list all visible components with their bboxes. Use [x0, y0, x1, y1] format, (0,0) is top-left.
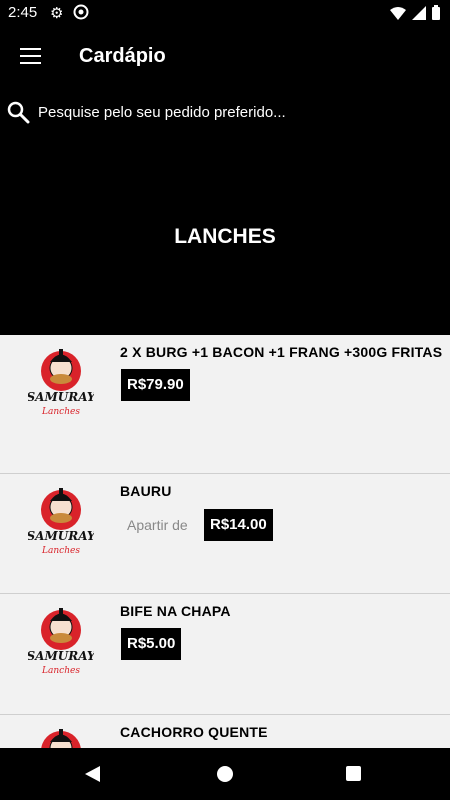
logo-sub: Lanches [41, 666, 80, 676]
product-name: BIFE NA CHAPA [120, 603, 231, 619]
status-time: 2:45 [8, 4, 38, 21]
category-title: LANCHES [174, 225, 276, 248]
logo-brand: SAMURAY [28, 649, 94, 663]
samuray-logo: SAMURAY Lanches [27, 482, 97, 556]
product-name: CACHORRO QUENTE [120, 724, 268, 740]
accessibility-icon [73, 4, 89, 24]
samuray-logo: SAMURAY Lanches [27, 602, 97, 676]
product-name: BAURU [120, 483, 172, 499]
logo-sub: Lanches [41, 407, 80, 417]
product-item[interactable]: CACHORRO QUENTE [0, 715, 450, 748]
logo-brand: SAMURAY [28, 529, 94, 543]
product-item[interactable]: SAMURAY Lanches BIFE NA CHAPA R$5.00 [0, 594, 450, 715]
search-input[interactable] [38, 100, 438, 124]
home-icon[interactable] [217, 766, 233, 782]
signal-icon [412, 5, 426, 25]
product-list: SAMURAY Lanches 2 X BURG +1 BACON +1 FRA… [0, 335, 450, 748]
price-prefix: Apartir de [127, 517, 188, 533]
logo-brand: SAMURAY [28, 390, 94, 404]
samuray-logo: SAMURAY Lanches [27, 343, 97, 417]
search-bar [0, 96, 450, 130]
gear-icon: ⚙ [50, 5, 64, 22]
product-item[interactable]: SAMURAY Lanches 2 X BURG +1 BACON +1 FRA… [0, 335, 450, 474]
price-badge: R$79.90 [121, 369, 190, 401]
app-bar: Cardápio [0, 26, 450, 86]
price-badge: R$5.00 [121, 628, 182, 660]
product-item[interactable]: SAMURAY Lanches BAURU Apartir de R$14.00 [0, 474, 450, 594]
hamburger-menu-icon[interactable] [20, 48, 41, 64]
recents-icon[interactable] [346, 766, 361, 781]
search-icon[interactable] [6, 100, 30, 129]
system-nav-bar [0, 748, 450, 800]
product-name: 2 X BURG +1 BACON +1 FRANG +300G FRITAS [120, 344, 443, 360]
logo-sub: Lanches [41, 546, 80, 556]
wifi-icon [390, 6, 406, 25]
battery-icon [432, 5, 440, 25]
samuray-logo [28, 723, 94, 748]
price-badge: R$14.00 [204, 509, 273, 541]
page-title: Cardápio [79, 45, 166, 67]
status-bar: 2:45 ⚙ [0, 0, 450, 26]
back-icon[interactable] [85, 766, 100, 782]
